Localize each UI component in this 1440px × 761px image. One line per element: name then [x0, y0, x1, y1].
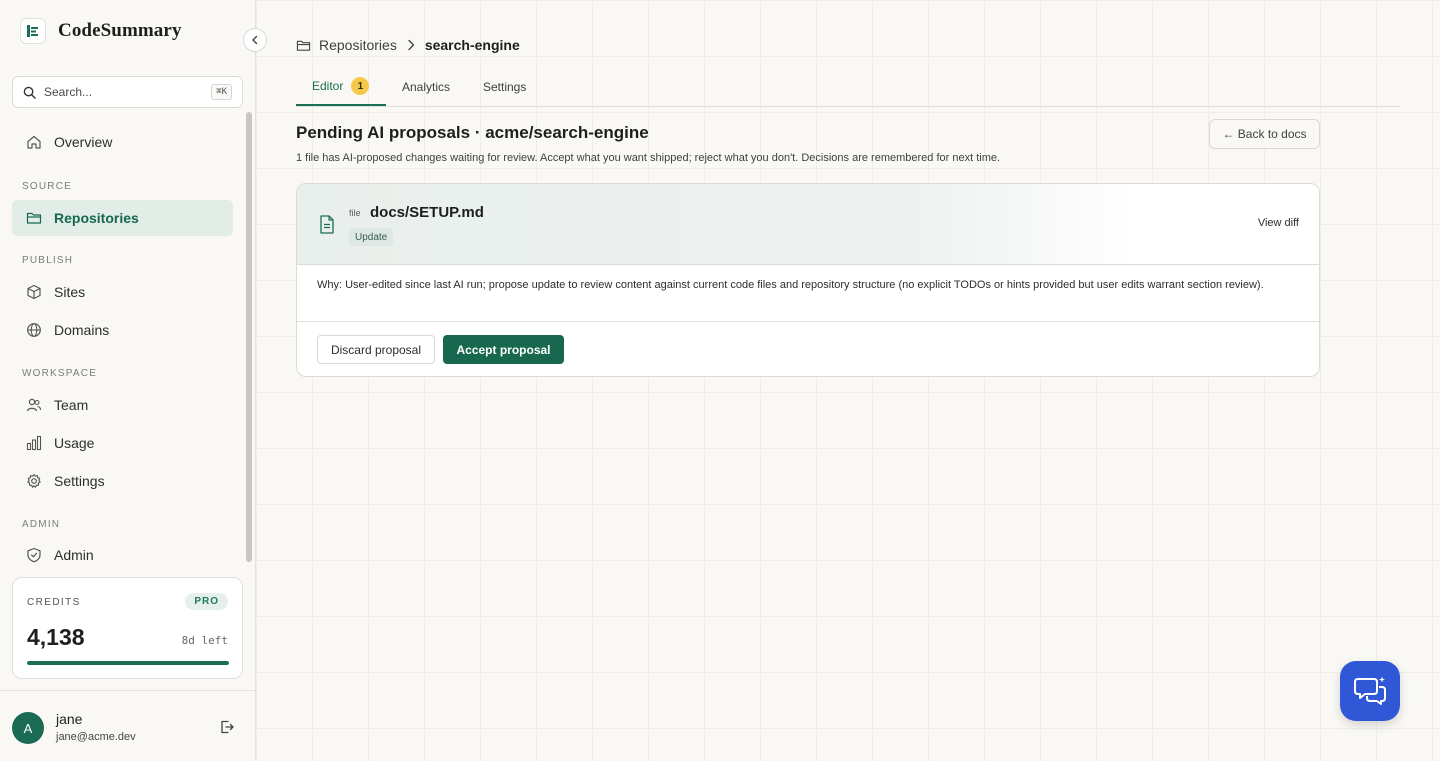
tab-label: Editor	[312, 79, 344, 93]
logo-icon	[20, 18, 46, 44]
section-label-publish: PUBLISH	[22, 255, 74, 266]
tab-bar: Editor 1 Analytics Settings	[296, 68, 1400, 107]
gear-icon	[27, 473, 41, 488]
back-to-docs-button[interactable]: ← Back to docs	[1209, 119, 1320, 149]
sidebar: CodeSummary Search... ⌘K Overview SOURCE…	[0, 0, 256, 761]
cube-icon	[27, 284, 41, 300]
users-icon	[26, 398, 42, 412]
sidebar-collapse-button[interactable]	[243, 28, 267, 52]
tab-settings[interactable]: Settings	[483, 68, 526, 106]
section-label-admin: ADMIN	[22, 519, 61, 530]
tab-analytics[interactable]: Analytics	[402, 68, 450, 106]
tab-label: Settings	[483, 80, 527, 94]
credits-progress-bar	[27, 661, 229, 665]
search-input[interactable]: Search... ⌘K	[12, 76, 243, 108]
folder-icon	[296, 40, 311, 51]
page-subtitle: 1 file has AI-proposed changes waiting f…	[296, 152, 1001, 164]
sidebar-item-settings[interactable]: Settings	[12, 463, 233, 499]
home-icon	[27, 135, 41, 149]
sidebar-item-label: Team	[54, 397, 89, 413]
sidebar-item-label: Admin	[54, 547, 94, 563]
logout-icon[interactable]	[219, 719, 235, 735]
sidebar-item-label: Settings	[54, 473, 105, 489]
section-label-source: SOURCE	[22, 181, 72, 192]
sidebar-item-label: Overview	[54, 134, 113, 150]
credits-label: CREDITS	[27, 597, 81, 608]
proposal-card: file docs/SETUP.md Update View diff Why:…	[296, 183, 1320, 377]
search-icon	[23, 86, 36, 99]
file-path: docs/SETUP.md	[370, 204, 484, 221]
file-kind-label: file	[349, 208, 361, 218]
sidebar-item-admin[interactable]: Admin	[12, 537, 233, 573]
sidebar-scrollbar[interactable]	[246, 112, 252, 562]
proposal-header: file docs/SETUP.md Update View diff	[297, 184, 1319, 265]
tab-count-badge: 1	[351, 77, 370, 95]
breadcrumb-current: search-engine	[424, 37, 520, 53]
sidebar-item-label: Repositories	[54, 210, 139, 226]
user-name: jane	[56, 711, 83, 727]
user-email: jane@acme.dev	[56, 731, 136, 743]
search-placeholder: Search...	[44, 85, 93, 99]
sidebar-item-domains[interactable]: Domains	[12, 312, 233, 348]
chevron-left-icon	[252, 35, 258, 45]
change-type-badge: Update	[349, 228, 394, 246]
sidebar-item-team[interactable]: Team	[12, 387, 233, 423]
sidebar-item-overview[interactable]: Overview	[12, 124, 233, 160]
sidebar-item-sites[interactable]: Sites	[12, 274, 233, 310]
support-chat-button[interactable]	[1340, 661, 1400, 721]
brand[interactable]: CodeSummary	[20, 18, 182, 44]
credits-progress-fill	[27, 661, 229, 665]
chevron-right-icon	[408, 39, 415, 51]
proposal-reason: Why: User-edited since last AI run; prop…	[317, 279, 1264, 291]
discard-proposal-button[interactable]: Discard proposal	[317, 335, 435, 364]
user-profile: A jane jane@acme.dev	[0, 690, 255, 761]
main-content: Repositories search-engine Editor 1 Anal…	[256, 0, 1440, 761]
proposal-actions: Discard proposal Accept proposal	[297, 321, 1319, 376]
section-label-workspace: WORKSPACE	[22, 368, 98, 379]
view-diff-link[interactable]: View diff	[1258, 217, 1299, 229]
shield-icon	[27, 547, 41, 563]
credits-value: 4,138	[27, 624, 85, 650]
credits-card: CREDITS PRO 4,138 8d left	[12, 577, 243, 679]
sidebar-item-label: Domains	[54, 322, 110, 338]
breadcrumb-repositories-link[interactable]: Repositories	[319, 37, 397, 53]
page-title: Pending AI proposals · acme/search-engin…	[296, 123, 649, 142]
breadcrumb: Repositories search-engine	[296, 37, 520, 53]
sidebar-item-repositories[interactable]: Repositories	[12, 200, 233, 236]
chat-icon	[1354, 676, 1386, 705]
tab-editor[interactable]: Editor 1	[296, 68, 386, 106]
sidebar-item-label: Usage	[54, 435, 95, 451]
bar-chart-icon	[26, 435, 42, 451]
globe-icon	[27, 323, 41, 337]
sidebar-item-label: Sites	[54, 284, 86, 300]
accept-proposal-button[interactable]: Accept proposal	[443, 335, 564, 364]
file-icon	[320, 215, 334, 234]
search-shortcut: ⌘K	[211, 84, 232, 100]
folder-icon	[26, 212, 42, 224]
credits-remaining: 8d left	[181, 634, 228, 647]
avatar[interactable]: A	[12, 712, 44, 744]
plan-badge: PRO	[185, 593, 228, 610]
app-name: CodeSummary	[58, 20, 182, 41]
tab-label: Analytics	[402, 80, 451, 94]
sidebar-item-usage[interactable]: Usage	[12, 425, 233, 461]
